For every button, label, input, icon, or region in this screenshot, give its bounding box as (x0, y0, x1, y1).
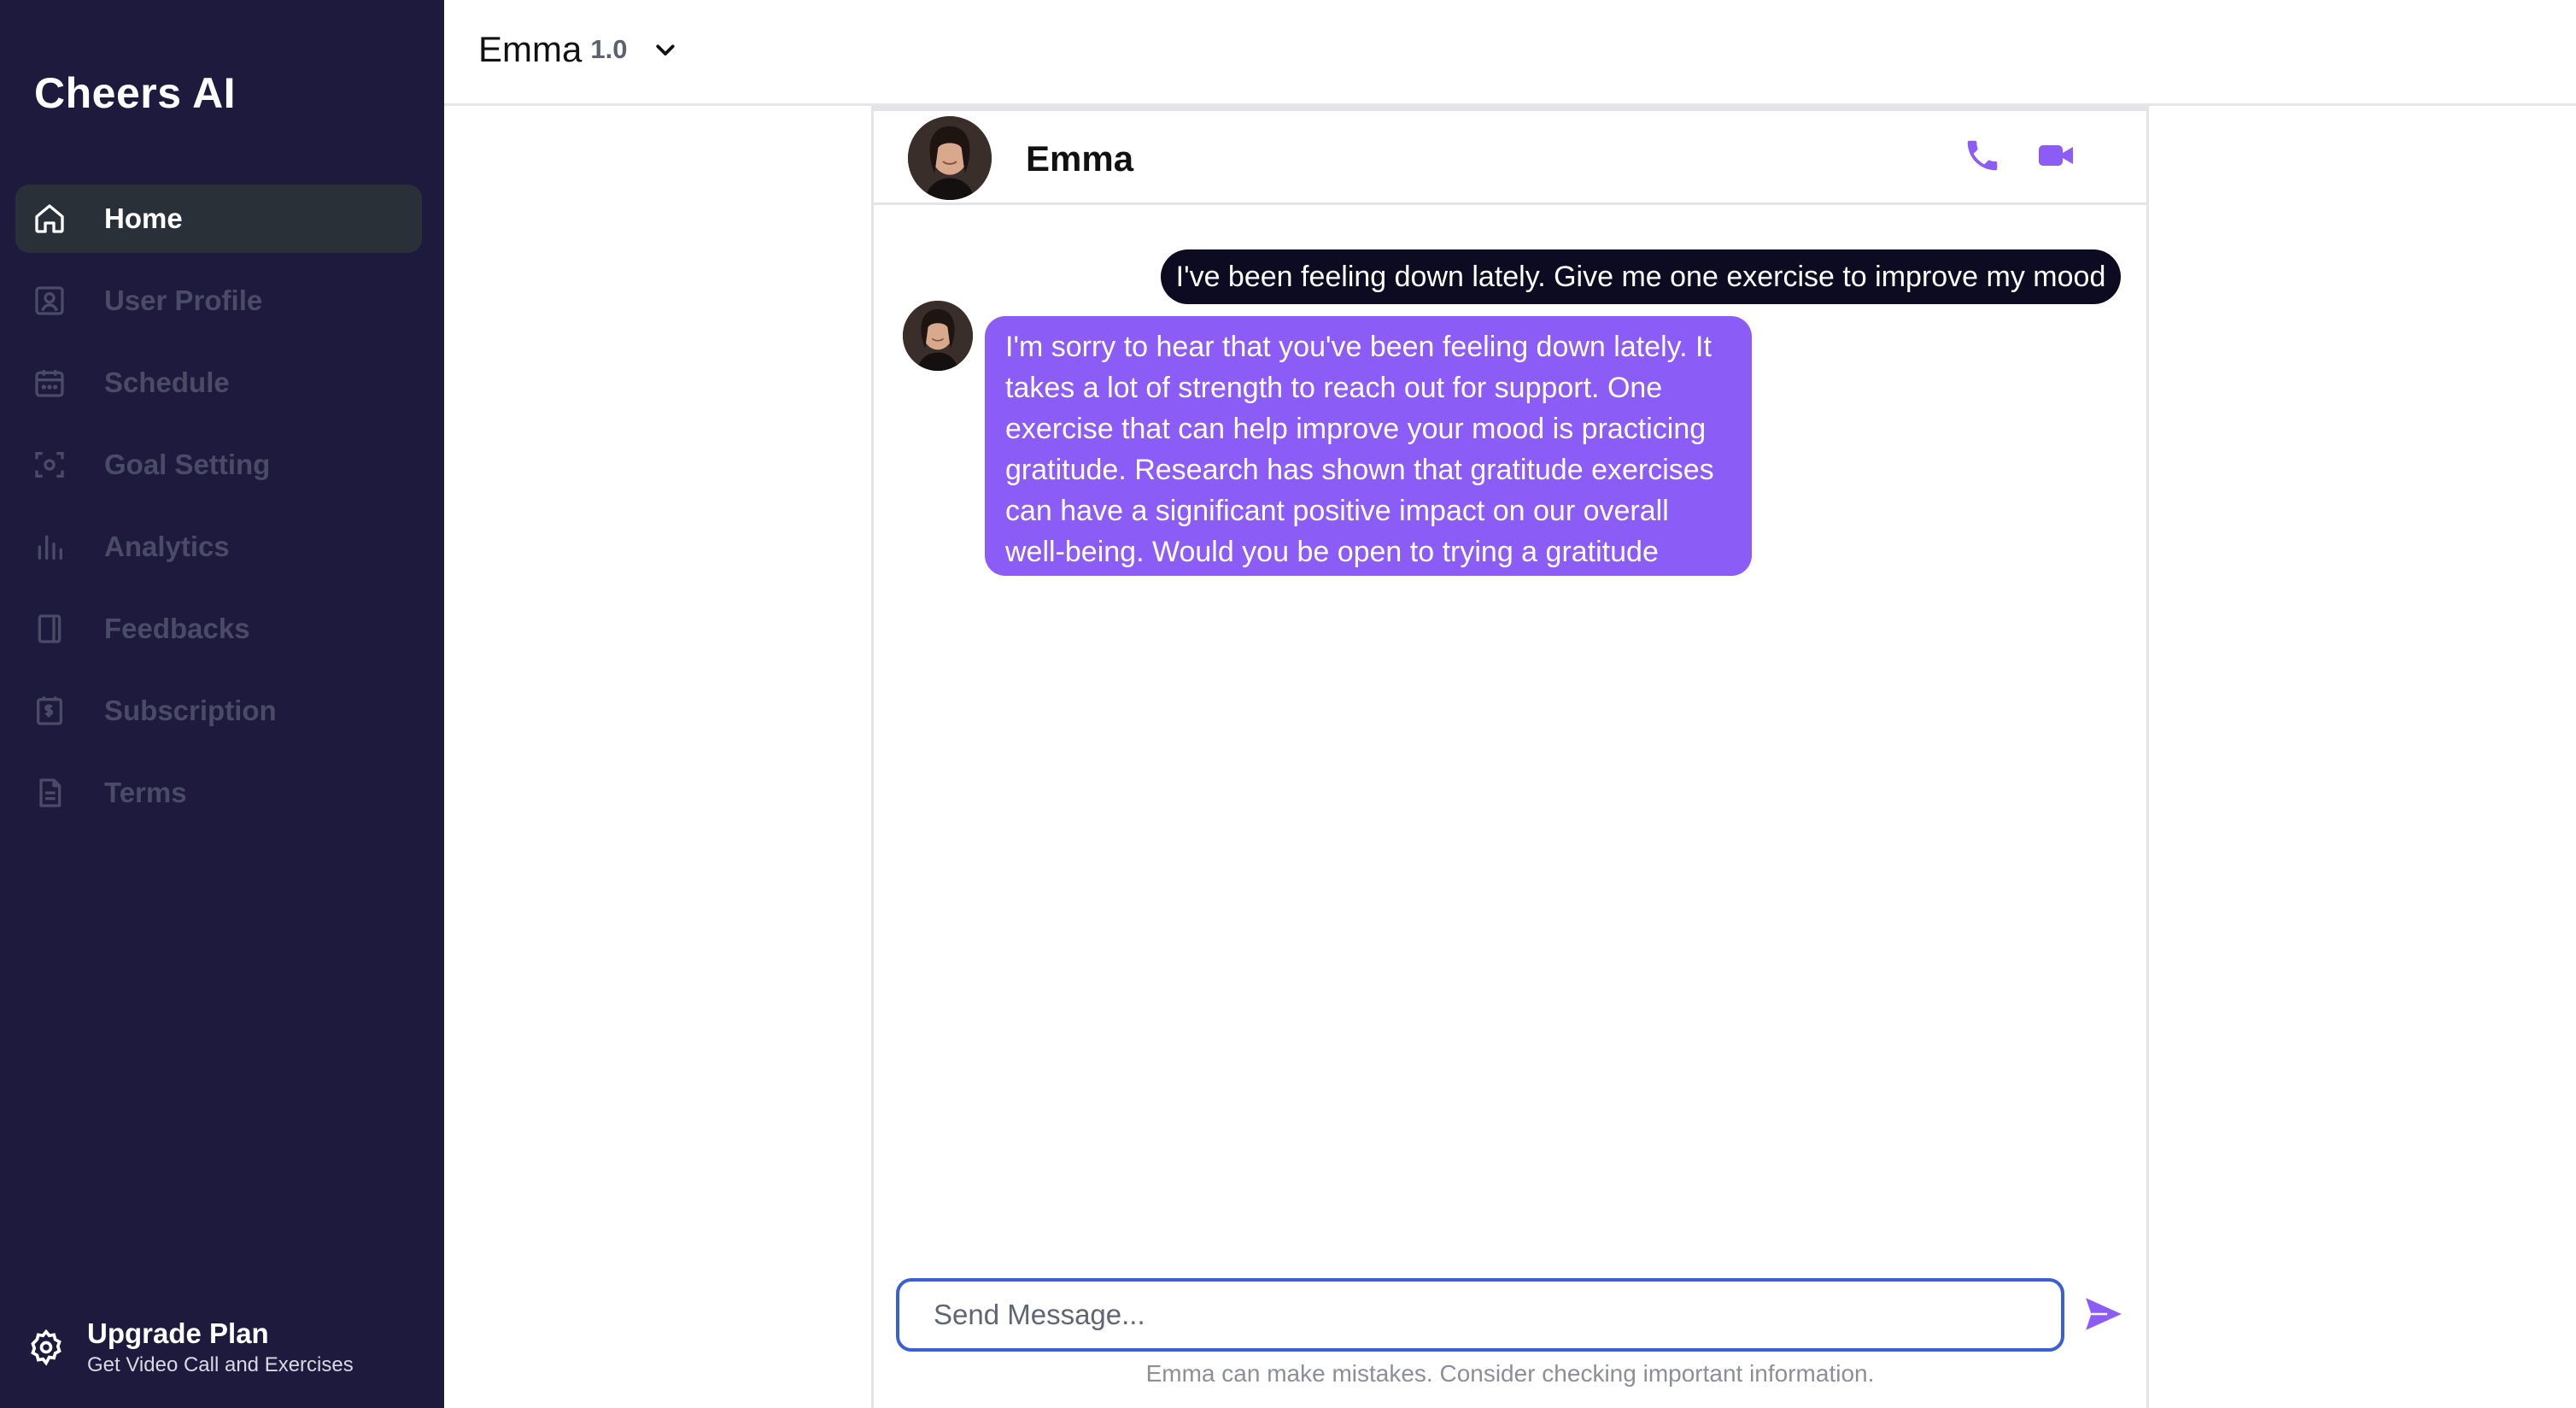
gear-icon (26, 1327, 67, 1368)
voice-call-button[interactable] (1958, 133, 2006, 181)
sidebar-item-terms[interactable]: Terms (15, 759, 422, 827)
chevron-down-icon (653, 37, 678, 62)
chat-panel: Emma I've been feeling down lately. Give… (871, 106, 2149, 1408)
sidebar-item-user-profile[interactable]: User Profile (15, 267, 422, 335)
model-version: 1.0 (590, 34, 628, 64)
upgrade-subtitle: Get Video Call and Exercises (87, 1353, 354, 1376)
sidebar-item-label: Goal Setting (104, 449, 271, 480)
contact-name: Emma (1026, 138, 1134, 179)
calendar-icon (31, 364, 68, 402)
upgrade-plan-button[interactable]: Upgrade Plan Get Video Call and Exercise… (26, 1309, 427, 1386)
sidebar-item-feedbacks[interactable]: Feedbacks (15, 595, 422, 663)
home-icon (31, 200, 68, 238)
sidebar-item-schedule[interactable]: Schedule (15, 349, 422, 417)
sidebar-item-label: Subscription (104, 695, 277, 726)
sidebar-item-label: Home (104, 202, 183, 234)
target-icon (31, 446, 68, 484)
model-name: Emma (478, 29, 583, 69)
phone-icon (1963, 136, 2002, 179)
chat-header: Emma (874, 111, 2146, 205)
document-icon (31, 774, 68, 812)
upgrade-title: Upgrade Plan (87, 1317, 269, 1349)
sidebar: Cheers AI Home User Profile Schedule Goa… (0, 0, 444, 1408)
app-root: Cheers AI Home User Profile Schedule Goa… (0, 0, 2576, 1408)
sidebar-item-label: Feedbacks (104, 613, 250, 644)
assistant-message-bubble: I'm sorry to hear that you've been feeli… (985, 316, 1752, 609)
sidebar-item-label: Schedule (104, 367, 230, 398)
send-button[interactable] (2080, 1295, 2128, 1336)
sidebar-item-home[interactable]: Home (15, 185, 422, 253)
sidebar-item-label: User Profile (104, 285, 263, 316)
billing-icon (31, 692, 68, 730)
sidebar-item-goal-setting[interactable]: Goal Setting (15, 431, 422, 499)
sidebar-nav: Home User Profile Schedule Goal Setting (15, 185, 422, 841)
video-camera-icon (2035, 135, 2076, 180)
sidebar-item-subscription[interactable]: Subscription (15, 677, 422, 745)
user-profile-icon (31, 282, 68, 320)
sidebar-item-label: Terms (104, 777, 187, 808)
sidebar-item-label: Analytics (104, 531, 230, 562)
avatar (908, 116, 992, 200)
brand-logo-text[interactable]: Cheers AI (34, 68, 236, 118)
message-input[interactable] (896, 1278, 2064, 1352)
top-bar: Emma 1.0 (444, 0, 2576, 106)
upgrade-text: Upgrade Plan Get Video Call and Exercise… (87, 1316, 354, 1379)
user-message-bubble: I've been feeling down lately. Give me o… (1161, 249, 2121, 304)
disclaimer-text: Emma can make mistakes. Consider checkin… (1145, 1360, 1875, 1387)
send-icon (2082, 1293, 2125, 1340)
video-call-button[interactable] (2032, 133, 2080, 181)
sidebar-item-analytics[interactable]: Analytics (15, 513, 422, 581)
avatar (903, 301, 973, 371)
bar-chart-icon (31, 528, 68, 566)
model-selector-dropdown[interactable]: Emma 1.0 (478, 29, 678, 70)
book-icon (31, 610, 68, 648)
